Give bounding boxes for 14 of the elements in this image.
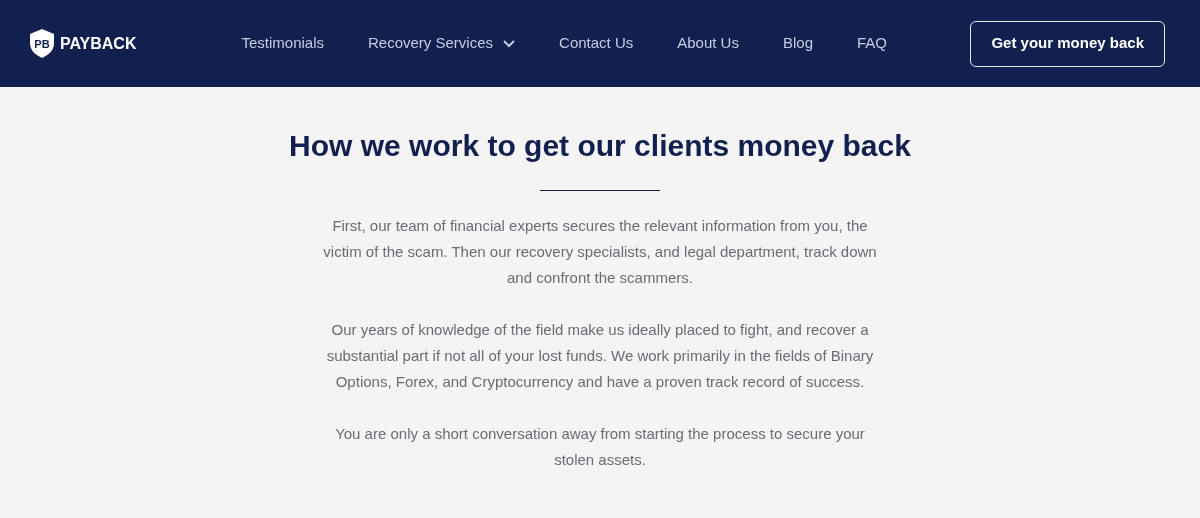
chevron-down-icon (503, 39, 516, 48)
body-paragraph: Our years of knowledge of the field make us ideally placed to fight, and recover a substantial part if not all of your lost funds. We work primarily in the fields of Binary Options, Forex, and Cryptocurrency and have a proven track record of success. (325, 320, 875, 392)
nav-dropdown[interactable]: Recovery Services (368, 32, 516, 55)
nav-link[interactable]: FAQ (857, 32, 887, 55)
body-paragraph: You are only a short conversation away from starting the process to secure your stolen assets. (334, 424, 866, 470)
nav-link[interactable]: About Us (677, 32, 739, 55)
body-paragraph: First, our team of financial experts secures the relevant information from you, the victim of the scam. Then our recovery specialists, and legal department, track down and confront the scammers. (322, 216, 878, 288)
nav-link[interactable]: Blog (782, 32, 813, 55)
nav-link[interactable]: Testimonials (241, 32, 324, 55)
brand-name: PAYBACK (60, 33, 137, 54)
section-title: How we work to get our clients money back (289, 128, 911, 164)
nav-link[interactable]: Contact Us (559, 32, 634, 55)
cta-button[interactable]: Get your money back (970, 20, 1165, 67)
shield-logo-icon: PB (30, 29, 54, 58)
